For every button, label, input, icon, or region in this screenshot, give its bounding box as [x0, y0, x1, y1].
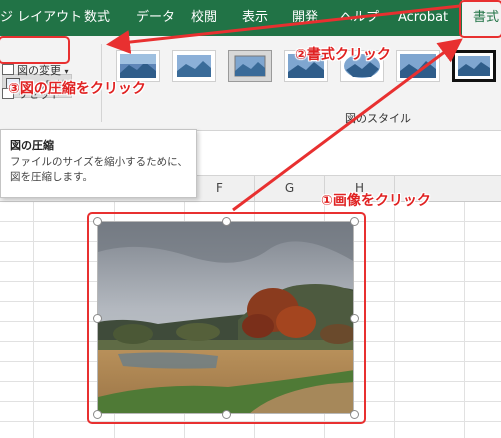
change-picture-icon — [2, 64, 14, 75]
compress-tooltip: 図の圧縮 ファイルのサイズを縮小するために、図を圧縮します。 — [0, 129, 197, 198]
style-thumb-image — [458, 56, 490, 76]
tooltip-body: ファイルのサイズを縮小するために、図を圧縮します。 — [10, 156, 188, 183]
style-thumb-image — [400, 54, 436, 78]
tab-developer[interactable]: 開発 — [292, 0, 318, 36]
highlight-compress-button — [0, 36, 70, 64]
annotation-step2: ②書式クリック — [295, 47, 391, 63]
picture-style-7[interactable] — [452, 50, 496, 82]
picture-style-3[interactable] — [228, 50, 272, 82]
picture-style-6[interactable] — [396, 50, 440, 82]
highlight-format-tab — [459, 0, 501, 38]
change-picture-label: 図の変更 — [17, 64, 61, 77]
tab-acrobat[interactable]: Acrobat — [398, 0, 448, 36]
highlight-picture — [87, 212, 366, 424]
tab-formulas[interactable]: 数式 — [84, 0, 110, 36]
tab-data[interactable]: データ — [136, 0, 175, 36]
tab-page-layout[interactable]: ジ レイアウト — [0, 0, 82, 36]
picture-style-2[interactable] — [172, 50, 216, 82]
tab-help[interactable]: ヘルプ — [340, 0, 379, 36]
style-thumb-image — [177, 55, 211, 77]
picture-styles-group-label: 図のスタイル — [345, 112, 411, 125]
tab-review[interactable]: 校閲 — [191, 0, 217, 36]
chevron-down-icon: ▾ — [64, 67, 69, 76]
ribbon-tab-bar: ジ レイアウト 数式 データ 校閲 表示 開発 ヘルプ Acrobat 書式 — [0, 0, 501, 36]
annotation-step1: ①画像をクリック — [321, 193, 431, 209]
style-thumb-image — [120, 54, 156, 78]
annotation-step3: ③図の圧縮をクリック — [8, 81, 146, 97]
change-picture-button[interactable]: 図の変更 ▾ — [2, 64, 69, 78]
column-header-g[interactable]: G — [255, 176, 325, 201]
tab-view[interactable]: 表示 — [242, 0, 268, 36]
tooltip-title: 図の圧縮 — [10, 139, 54, 152]
style-thumb-image — [234, 55, 266, 77]
